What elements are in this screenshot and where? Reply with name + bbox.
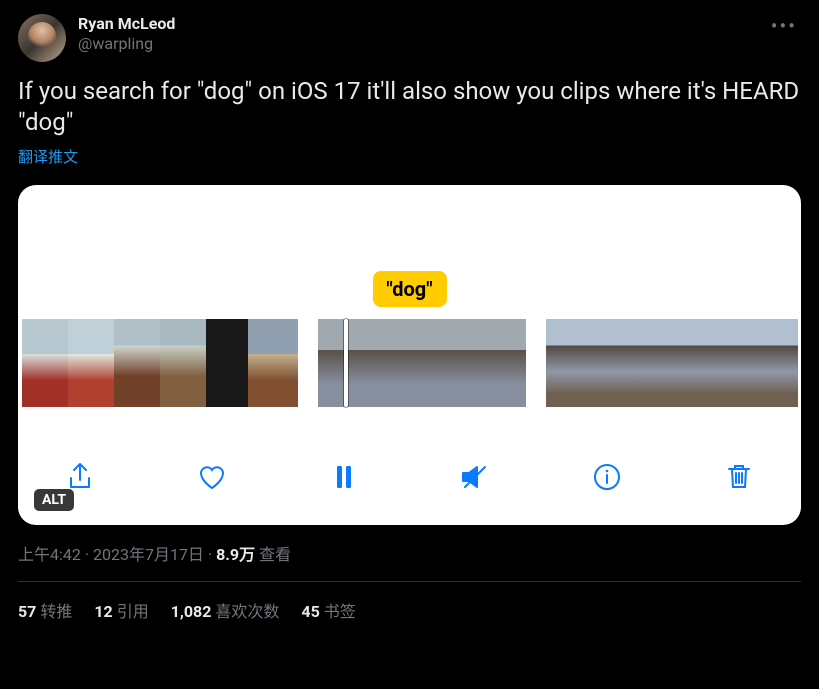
retweet-count: 57 (18, 602, 36, 621)
tweet-time[interactable]: 上午4:42 (18, 545, 81, 564)
clip-thumbnail (160, 319, 206, 407)
alt-badge[interactable]: ALT (34, 489, 74, 511)
like-label: 喜欢次数 (215, 602, 279, 621)
pause-icon[interactable] (328, 461, 360, 497)
like-count: 1,082 (171, 602, 212, 621)
quote-label: 引用 (117, 602, 149, 621)
tweet-container: Ryan McLeod @warpling ••• If you search … (0, 0, 819, 622)
clip-thumbnail (672, 319, 714, 407)
more-icon[interactable]: ••• (767, 14, 801, 38)
avatar[interactable] (18, 14, 66, 62)
translate-link[interactable]: 翻译推文 (18, 146, 801, 167)
clip-thumbnail (474, 319, 526, 407)
clip-thumbnail (114, 319, 160, 407)
clip-thumbnail (422, 319, 474, 407)
bookmark-count: 45 (301, 602, 319, 621)
clip-thumbnail (318, 319, 370, 407)
info-icon[interactable] (591, 461, 623, 497)
media-attachment[interactable]: "dog" (18, 185, 801, 525)
tweet-text: If you search for "dog" on iOS 17 it'll … (18, 76, 801, 138)
clip-thumbnail (22, 319, 68, 407)
author-name[interactable]: Ryan McLeod (78, 14, 755, 34)
bookmark-stat[interactable]: 45 书签 (301, 598, 355, 622)
trash-icon[interactable] (723, 461, 755, 497)
heart-icon[interactable] (196, 461, 228, 497)
retweet-stat[interactable]: 57转推 (18, 598, 72, 622)
clip-thumbnail (630, 319, 672, 407)
media-toolbar (18, 461, 801, 497)
clip-thumbnail (248, 319, 298, 407)
clip-thumbnail (756, 319, 798, 407)
author-handle[interactable]: @warpling (78, 34, 755, 54)
author-block: Ryan McLeod @warpling (78, 14, 755, 54)
clip-thumbnail (206, 319, 248, 407)
clip-group (22, 319, 298, 407)
clip-group (546, 319, 798, 407)
tweet-meta: 上午4:42 · 2023年7月17日 · 8.9万 查看 (18, 541, 801, 582)
clip-thumbnail (68, 319, 114, 407)
view-count: 8.9万 (216, 545, 255, 564)
clip-thumbnail (714, 319, 756, 407)
quote-stat[interactable]: 12 引用 (94, 598, 148, 622)
bookmark-label: 书签 (324, 602, 356, 621)
clip-group-active (318, 319, 526, 407)
like-stat[interactable]: 1,082喜欢次数 (171, 598, 280, 622)
clip-thumbnail (546, 319, 588, 407)
mute-icon[interactable] (459, 461, 491, 497)
tweet-stats: 57转推 12 引用 1,082喜欢次数 45 书签 (18, 582, 801, 622)
tweet-header: Ryan McLeod @warpling ••• (18, 14, 801, 62)
tweet-date[interactable]: 2023年7月17日 (93, 545, 204, 564)
quote-count: 12 (94, 602, 112, 621)
clip-thumbnail (588, 319, 630, 407)
view-label: 查看 (259, 545, 291, 564)
clip-timeline (18, 319, 801, 407)
clip-thumbnail (370, 319, 422, 407)
search-term-badge: "dog" (372, 271, 446, 307)
retweet-label: 转推 (40, 602, 72, 621)
